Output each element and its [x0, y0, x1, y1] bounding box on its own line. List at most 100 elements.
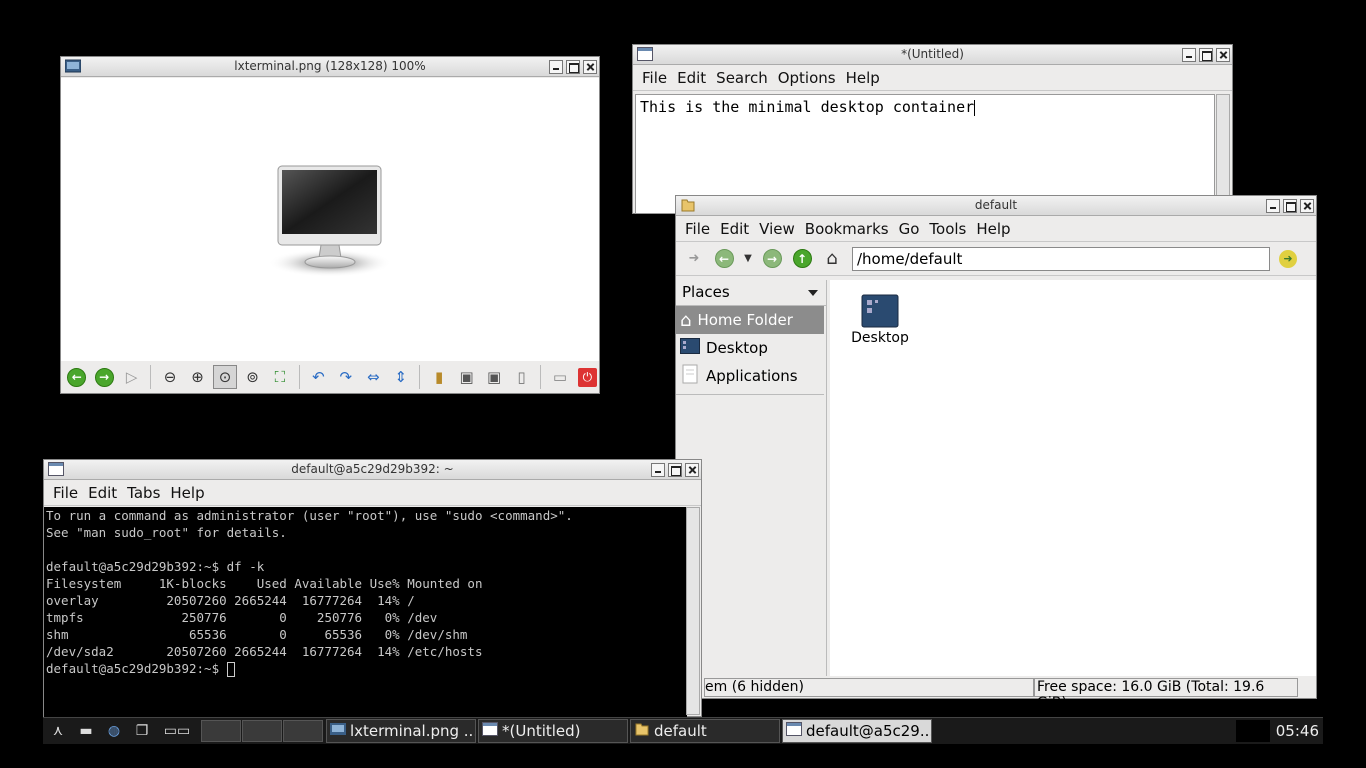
new-tab-icon[interactable]: ➜	[682, 247, 706, 271]
fm-menubar: File Edit View Bookmarks Go Tools Help	[676, 216, 1316, 242]
sidebar-item-desktop[interactable]: Desktop	[676, 334, 826, 362]
rotate-right-icon[interactable]: ↷	[334, 365, 357, 389]
zoom-out-icon[interactable]: ⊖	[158, 365, 181, 389]
task-button-editor[interactable]: *(Untitled)	[478, 719, 628, 743]
maximize-button[interactable]	[1199, 48, 1213, 62]
menu-file[interactable]: File	[637, 69, 672, 87]
editor-title: *(Untitled)	[901, 47, 964, 61]
quit-icon[interactable]: ⏻	[576, 365, 599, 389]
task-button-file-manager[interactable]: default	[630, 719, 780, 743]
terminal-prompt: default@a5c29d29b392:~$	[46, 661, 227, 676]
menu-edit[interactable]: Edit	[83, 484, 122, 502]
terminal-line: shm 65536 0 65536 0% /dev/shm	[46, 627, 468, 642]
minimize-button[interactable]	[549, 60, 563, 74]
prev-icon[interactable]: ←	[65, 365, 88, 389]
next-icon[interactable]: →	[92, 365, 115, 389]
desktop-1[interactable]	[201, 720, 241, 742]
editor-titlebar[interactable]: *(Untitled)	[633, 45, 1232, 65]
menu-help[interactable]: Help	[165, 484, 209, 502]
image-viewer-window[interactable]: lxterminal.png (128x128) 100% ← → ▷ ⊖ ⊕ …	[60, 56, 600, 394]
desktop-2[interactable]	[242, 720, 282, 742]
close-button[interactable]	[583, 60, 597, 74]
go-icon[interactable]: ➜	[1276, 247, 1300, 271]
menu-search[interactable]: Search	[711, 69, 773, 87]
terminal-output[interactable]: To run a command as administrator (user …	[44, 507, 687, 717]
clock[interactable]: 05:46	[1276, 722, 1323, 740]
task-button-image-viewer[interactable]: lxterminal.png ...	[326, 719, 476, 743]
fm-statusbar: em (6 hidden) Free space: 16.0 GiB (Tota…	[676, 676, 1316, 711]
open-icon[interactable]: ▮	[427, 365, 450, 389]
minimize-button[interactable]	[1266, 199, 1280, 213]
address-bar-input[interactable]: /home/default	[852, 246, 1270, 271]
back-icon[interactable]: ←	[712, 247, 736, 271]
menu-help[interactable]: Help	[841, 69, 885, 87]
terminal-line: See "man sudo_root" for details.	[46, 525, 287, 540]
delete-icon[interactable]: ▯	[510, 365, 533, 389]
task-button-terminal[interactable]: default@a5c29...	[782, 719, 932, 743]
menu-tabs[interactable]: Tabs	[122, 484, 165, 502]
menu-options[interactable]: Options	[773, 69, 841, 87]
menu-help[interactable]: Help	[971, 220, 1015, 238]
forward-icon[interactable]: →	[760, 247, 784, 271]
menu-tools[interactable]: Tools	[924, 220, 971, 238]
menu-view[interactable]: View	[754, 220, 800, 238]
places-dropdown[interactable]: Places	[676, 280, 826, 306]
menu-file[interactable]: File	[48, 484, 83, 502]
menu-edit[interactable]: Edit	[672, 69, 711, 87]
zoom-original-icon[interactable]: ⊚	[241, 365, 264, 389]
fm-title: default	[974, 198, 1018, 212]
minimize-button[interactable]	[1182, 48, 1196, 62]
sidebar-item-applications[interactable]: Applications	[676, 362, 826, 390]
fullscreen-icon[interactable]: ⛶	[268, 365, 291, 389]
home-icon[interactable]: ⌂	[820, 247, 844, 271]
fm-titlebar[interactable]: default	[676, 196, 1316, 216]
maximize-button[interactable]	[1283, 199, 1297, 213]
editor-content: This is the minimal desktop container	[640, 98, 975, 116]
viewer-titlebar[interactable]: lxterminal.png (128x128) 100%	[61, 57, 599, 77]
terminal-title: default@a5c29d29b392: ~	[291, 462, 454, 476]
start-menu-icon[interactable]: ⋏	[45, 720, 71, 743]
close-button[interactable]	[1216, 48, 1230, 62]
terminal-titlebar[interactable]: default@a5c29d29b392: ~	[44, 460, 701, 480]
menu-file[interactable]: File	[680, 220, 715, 238]
window-list-icon[interactable]: ❐	[129, 720, 155, 743]
maximize-button[interactable]	[668, 463, 682, 477]
menu-edit[interactable]: Edit	[715, 220, 754, 238]
zoom-fit-icon[interactable]: ⊙	[213, 365, 237, 389]
taskbar: ⋏ ▬ ◍ ❐ ▭▭ lxterminal.png ... *(Untitled…	[43, 717, 1323, 744]
terminal-scrollbar[interactable]	[686, 507, 700, 715]
text-editor-window[interactable]: *(Untitled) File Edit Search Options Hel…	[632, 44, 1233, 214]
preferences-icon[interactable]: ▭	[548, 365, 571, 389]
monitor-image	[268, 165, 392, 277]
history-dropdown-icon[interactable]: ▼	[742, 247, 754, 271]
desktop-3[interactable]	[283, 720, 323, 742]
desktop-icon	[680, 338, 700, 358]
terminal-window[interactable]: default@a5c29d29b392: ~ File Edit Tabs H…	[43, 459, 702, 717]
play-icon[interactable]: ▷	[120, 365, 143, 389]
terminal-task-icon	[786, 722, 802, 740]
zoom-in-icon[interactable]: ⊕	[186, 365, 209, 389]
home-folder-icon: ⌂	[680, 309, 692, 331]
file-list-area[interactable]: Desktop	[830, 280, 1316, 676]
save-as-icon[interactable]: ▣	[482, 365, 505, 389]
menu-bookmarks[interactable]: Bookmarks	[800, 220, 894, 238]
rotate-left-icon[interactable]: ↶	[307, 365, 330, 389]
file-manager-window[interactable]: default File Edit View Bookmarks Go Tool…	[675, 195, 1317, 711]
file-item-desktop[interactable]: Desktop	[850, 294, 910, 346]
up-icon[interactable]: ↑	[790, 247, 814, 271]
minimize-button[interactable]	[651, 463, 665, 477]
close-button[interactable]	[685, 463, 699, 477]
close-button[interactable]	[1300, 199, 1314, 213]
flip-horizontal-icon[interactable]: ⇔	[362, 365, 385, 389]
maximize-button[interactable]	[566, 60, 580, 74]
file-manager-launcher-icon[interactable]: ▬	[73, 720, 99, 743]
menu-go[interactable]: Go	[894, 220, 925, 238]
sidebar-item-home-folder[interactable]: ⌂ Home Folder	[676, 306, 824, 334]
window-task-icon	[482, 722, 498, 740]
flip-vertical-icon[interactable]: ⇕	[389, 365, 412, 389]
desktop-switcher[interactable]	[201, 720, 324, 742]
save-icon[interactable]: ▣	[455, 365, 478, 389]
desktop-pager-icon[interactable]: ▭▭	[157, 720, 197, 743]
browser-launcher-icon[interactable]: ◍	[101, 720, 127, 743]
